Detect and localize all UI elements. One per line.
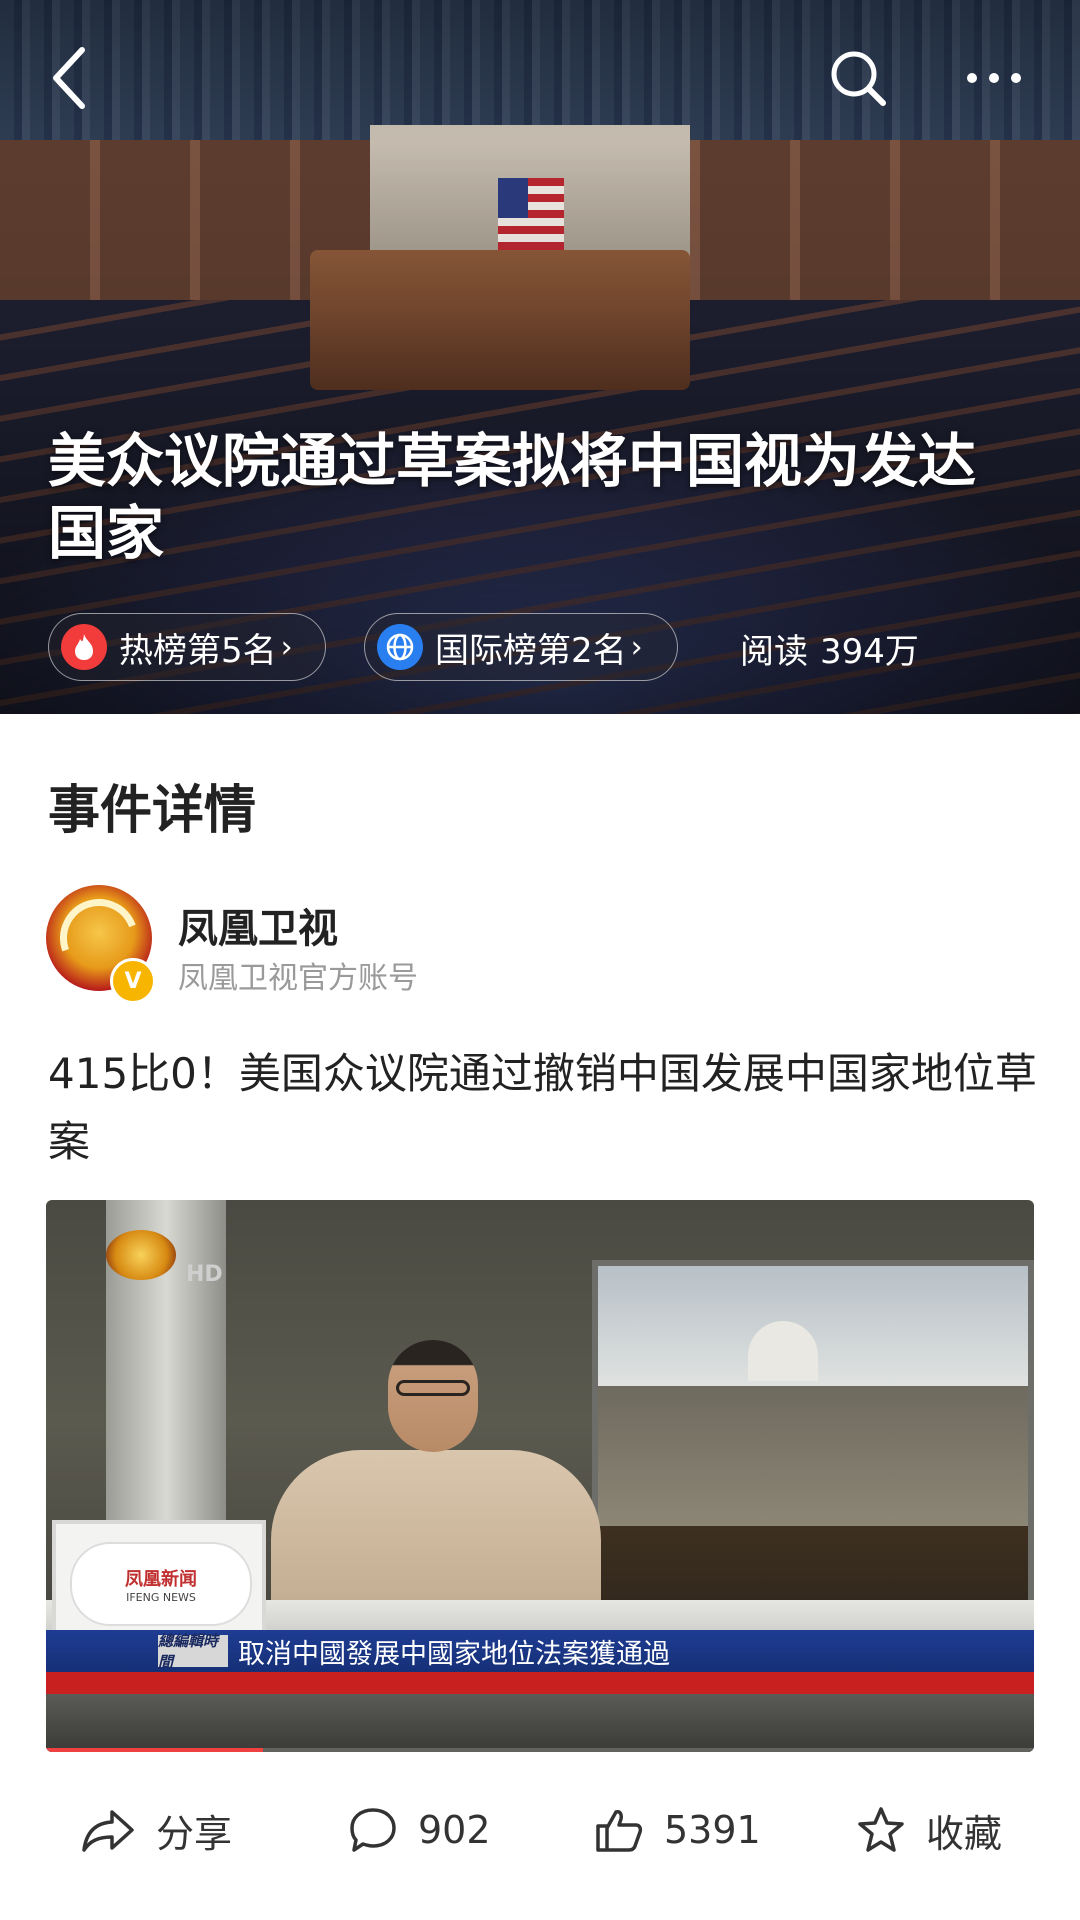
- more-button[interactable]: [958, 42, 1030, 114]
- video-progress-bar[interactable]: [46, 1748, 264, 1752]
- share-icon: [82, 1810, 134, 1852]
- globe-icon: [377, 624, 423, 670]
- chevron-right-icon: ›: [280, 629, 293, 665]
- search-button[interactable]: [822, 42, 894, 114]
- monitor-logo-text: 凤凰新闻: [125, 1568, 197, 1590]
- hero-title: 美众议院通过草案拟将中国视为发达国家: [48, 427, 977, 567]
- hd-label: HD: [186, 1262, 223, 1287]
- favorite-label: 收藏: [926, 1811, 1003, 1856]
- read-count-value: 394万: [820, 631, 919, 672]
- background-screen: [592, 1260, 1034, 1652]
- section-title: 事件详情: [48, 781, 257, 841]
- read-count-label: 阅读: [740, 631, 808, 672]
- comment-button[interactable]: 902: [348, 1800, 491, 1860]
- comment-icon: [350, 1808, 396, 1852]
- intl-rank-badge[interactable]: 国际榜第2名 ›: [364, 613, 678, 681]
- ticker-program-tag: 總編輯時間: [158, 1632, 228, 1671]
- read-count: 阅读 394万: [740, 620, 919, 676]
- like-count: 5391: [664, 1808, 761, 1852]
- post-text[interactable]: 415比0！美国众议院通过撤销中国发展中国家地位草案: [48, 1040, 1038, 1176]
- hero-banner: [0, 0, 1080, 714]
- star-icon: [858, 1807, 904, 1852]
- ticker-headline: 取消中國發展中國家地位法案獲通過: [238, 1638, 670, 1670]
- thumbs-up-icon: [596, 1810, 643, 1852]
- monitor-logo-subtext: IFENG NEWS: [126, 1590, 196, 1604]
- back-arrow-icon: [53, 47, 85, 109]
- phoenix-tv-logo-icon: [106, 1230, 176, 1280]
- account-description: 凤凰卫视官方账号: [178, 961, 418, 996]
- intl-rank-label: 国际榜第2名: [435, 630, 627, 671]
- fire-icon: [61, 624, 107, 670]
- share-button[interactable]: 分享: [80, 1800, 232, 1860]
- video-player[interactable]: HD 凤凰新闻 IFENG NEWS 總編輯時間 取消中國發展中國家地位法案獲通…: [46, 1200, 1034, 1752]
- news-ticker: 總編輯時間 取消中國發展中國家地位法案獲通過: [46, 1630, 1034, 1672]
- account-name[interactable]: 凤凰卫视: [178, 896, 338, 954]
- hot-rank-label: 热榜第5名: [119, 630, 277, 671]
- back-button[interactable]: [34, 42, 106, 114]
- hot-rank-badge[interactable]: 热榜第5名 ›: [48, 613, 326, 681]
- like-button[interactable]: 5391: [594, 1800, 761, 1860]
- share-label: 分享: [156, 1811, 233, 1856]
- comment-count: 902: [418, 1808, 491, 1852]
- more-dots-icon: [967, 73, 1021, 83]
- verified-badge-icon: V: [110, 958, 156, 1004]
- search-icon: [831, 51, 886, 106]
- chevron-right-icon: ›: [630, 629, 643, 665]
- favorite-button[interactable]: 收藏: [856, 1800, 1002, 1860]
